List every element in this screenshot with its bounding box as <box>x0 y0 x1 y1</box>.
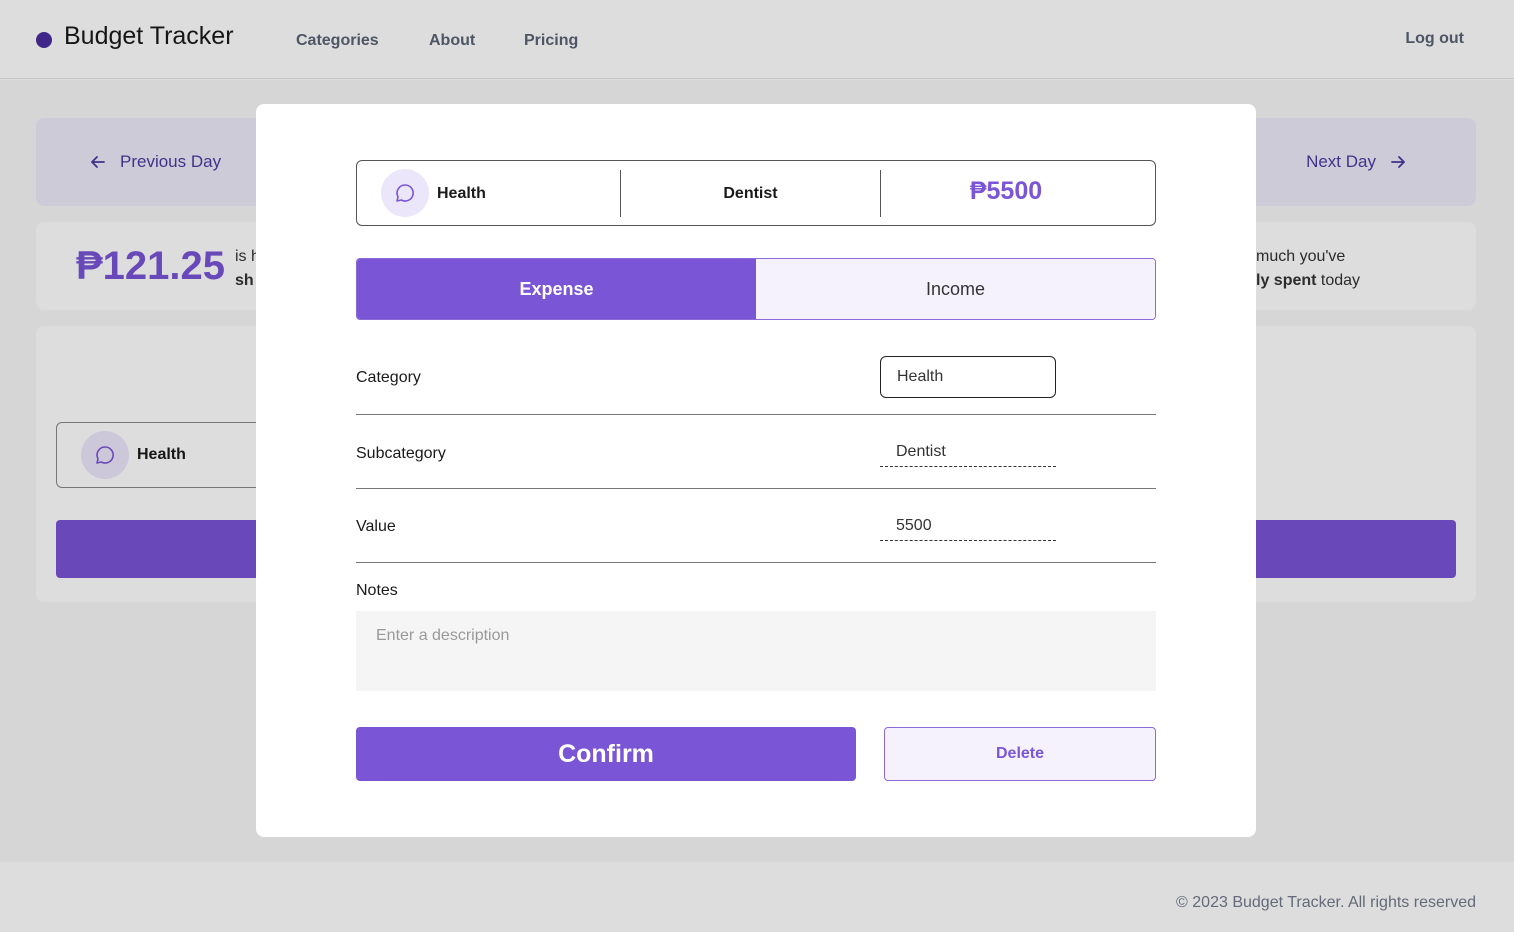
notes-textarea[interactable] <box>356 611 1156 691</box>
edit-transaction-modal: Health Dentist ₱5500 Expense Income Cate… <box>256 104 1256 837</box>
delete-button[interactable]: Delete <box>884 727 1156 781</box>
value-label: Value <box>356 518 396 535</box>
type-toggle: Expense Income <box>356 258 1156 320</box>
transaction-preview-card: Health Dentist ₱5500 <box>356 160 1156 226</box>
confirm-button[interactable]: Confirm <box>356 727 856 781</box>
preview-category: Health <box>437 185 486 202</box>
subcategory-label: Subcategory <box>356 445 446 462</box>
category-label: Category <box>356 369 421 386</box>
income-toggle-button[interactable]: Income <box>756 259 1155 319</box>
value-field[interactable] <box>880 511 1056 541</box>
preview-subcategory: Dentist <box>723 185 778 202</box>
category-field[interactable] <box>880 356 1056 398</box>
notes-label: Notes <box>356 582 398 599</box>
preview-value: ₱5500 <box>969 177 1043 205</box>
expense-toggle-button[interactable]: Expense <box>357 259 756 319</box>
subcategory-field[interactable] <box>880 437 1056 467</box>
chat-bubble-icon <box>381 169 429 217</box>
